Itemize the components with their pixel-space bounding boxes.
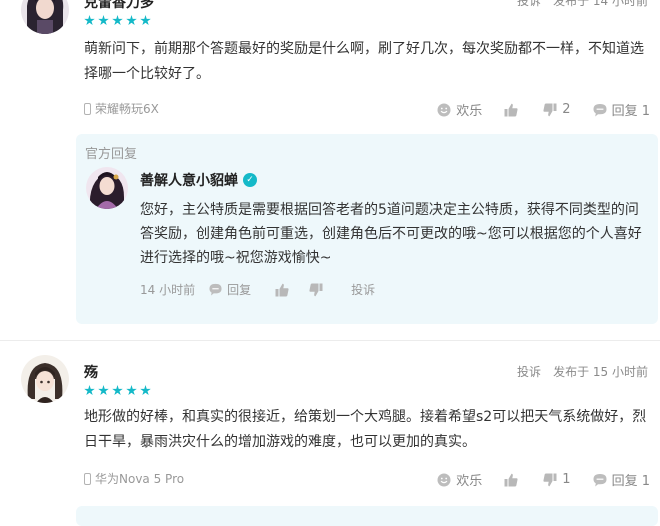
official-reply-box-partial — [76, 506, 658, 526]
review-meta: 投诉 发布于 15 小时前 — [517, 363, 648, 380]
star-icon — [84, 385, 95, 396]
publish-time: 发布于 15 小时前 — [553, 365, 648, 379]
like-button[interactable] — [504, 473, 523, 487]
happy-label: 欢乐 — [456, 474, 483, 489]
comment-icon — [593, 103, 607, 116]
official-reply-label: 回复 — [227, 283, 252, 297]
reply-label: 回复 1 — [611, 474, 650, 489]
dislike-button[interactable]: 1 — [543, 472, 571, 487]
review-footer: 荣耀畅玩6X 欢乐 2 回复 1 — [84, 100, 650, 119]
review-actions: 欢乐 1 回复 1 — [437, 470, 650, 489]
verified-badge-icon: ✓ — [243, 173, 257, 187]
review-content: 萌新问下，前期那个答题最好的奖励是什么啊，刷了好几次，每次奖励都不一样，不知道选… — [84, 41, 644, 82]
publish-time: 发布于 14 小时前 — [553, 0, 648, 8]
official-reply-content: 您好，主公特质是需要根据回答老者的5道问题决定主公特质，获得不同类型的问答奖励，… — [140, 202, 642, 266]
device-name: 荣耀畅玩6X — [95, 102, 159, 116]
rating-stars — [84, 385, 151, 397]
star-icon — [112, 15, 123, 26]
review-footer: 华为Nova 5 Pro 欢乐 1 回复 1 — [84, 470, 650, 489]
report-link[interactable]: 投诉 — [517, 363, 541, 380]
username[interactable]: 克雷香刀多 — [84, 0, 154, 12]
star-icon — [140, 385, 151, 396]
reply-label: 回复 1 — [611, 104, 650, 119]
official-avatar[interactable] — [86, 167, 128, 209]
official-reply-time: 14 小时前 — [140, 283, 196, 297]
official-name: 善解人意小貂蝉 ✓ — [140, 170, 257, 190]
review-actions: 欢乐 2 回复 1 — [437, 100, 650, 119]
official-reply-title: 官方回复 — [85, 147, 138, 162]
comment-icon — [593, 473, 607, 486]
star-icon — [84, 15, 95, 26]
star-icon — [112, 385, 123, 396]
thumbs-down-icon — [309, 283, 323, 296]
star-icon — [98, 15, 109, 26]
dislike-count: 1 — [562, 472, 571, 487]
review-content: 地形做的好棒，和真实的很接近，给策划一个大鸡腿。接着希望s2可以把天气系统做好，… — [84, 409, 647, 450]
reply-button[interactable]: 回复 1 — [593, 470, 650, 489]
phone-icon — [84, 102, 91, 115]
like-button[interactable] — [504, 103, 523, 117]
official-reply-footer: 14 小时前 回复 投诉 — [140, 281, 375, 298]
official-reply-button[interactable]: 回复 — [209, 281, 251, 298]
happy-button[interactable]: 欢乐 — [437, 470, 482, 489]
happy-label: 欢乐 — [456, 104, 483, 119]
review-card: 殇 投诉 发布于 15 小时前 地形做的好棒，和真实的很接近，给策划一个大鸡腿。… — [0, 341, 660, 514]
star-icon — [98, 385, 109, 396]
comment-icon — [209, 283, 222, 296]
thumbs-up-icon — [504, 473, 518, 486]
thumbs-up-icon — [504, 103, 518, 116]
official-report-link[interactable]: 投诉 — [351, 281, 375, 298]
review-card: 克雷香刀多 投诉 发布于 14 小时前 萌新问下，前期那个答题最好的奖励是什么啊… — [0, 0, 660, 340]
smiley-icon — [437, 473, 451, 486]
avatar[interactable] — [21, 355, 69, 403]
star-icon — [140, 15, 151, 26]
review-meta: 投诉 发布于 14 小时前 — [517, 0, 648, 9]
dislike-button[interactable]: 2 — [543, 102, 571, 117]
dislike-count: 2 — [562, 102, 571, 117]
smiley-icon — [437, 103, 451, 116]
rating-stars — [84, 15, 151, 27]
reply-button[interactable]: 回复 1 — [593, 100, 650, 119]
device-info: 荣耀畅玩6X — [84, 100, 159, 117]
report-link[interactable]: 投诉 — [517, 0, 541, 9]
star-icon — [126, 15, 137, 26]
thumbs-down-icon — [543, 103, 557, 116]
device-info: 华为Nova 5 Pro — [84, 470, 184, 487]
official-like-button[interactable] — [275, 283, 289, 297]
thumbs-down-icon — [543, 473, 557, 486]
official-dislike-button[interactable] — [309, 283, 323, 297]
username[interactable]: 殇 — [84, 362, 98, 382]
phone-icon — [84, 472, 91, 485]
device-name: 华为Nova 5 Pro — [95, 472, 185, 486]
star-icon — [126, 385, 137, 396]
official-name-text[interactable]: 善解人意小貂蝉 — [140, 170, 238, 190]
avatar[interactable] — [21, 0, 69, 34]
official-reply-box: 官方回复 善解人意小貂蝉 ✓ 您好，主公特质是需要根据回答老者的5道问题决定主公… — [76, 134, 658, 324]
happy-button[interactable]: 欢乐 — [437, 100, 482, 119]
thumbs-up-icon — [275, 283, 289, 296]
